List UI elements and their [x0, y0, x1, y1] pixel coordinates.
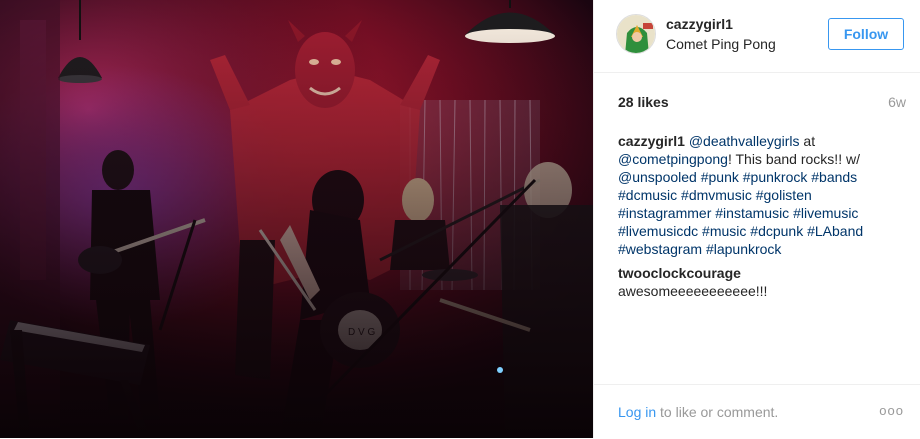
caption-fragment: ! This band rocks!! w/ [727, 151, 860, 167]
hashtag-link[interactable]: #lapunkrock [706, 241, 782, 257]
post-footer: Log in to like or comment. ooo [594, 384, 920, 439]
caption-fragment: at [799, 133, 816, 149]
follow-button[interactable]: Follow [828, 18, 904, 50]
post-side-panel: cazzygirl1 Comet Ping Pong Follow 28 lik… [593, 0, 920, 438]
hashtag-link[interactable]: #punkrock [743, 169, 808, 185]
caption-text: @deathvalleygirls at @cometpingpong! Thi… [618, 133, 863, 257]
comment-text: awesomeeeeeeeeeee!!! [618, 283, 768, 299]
hashtag-link[interactable]: #instagrammer [618, 205, 711, 221]
hashtag-link[interactable]: #music [702, 223, 746, 239]
hashtag-link[interactable]: #punk [701, 169, 739, 185]
login-prompt-text: to like or comment. [656, 404, 779, 420]
login-link[interactable]: Log in [618, 404, 656, 420]
comment: twooclockcourage awesomeeeeeeeeeee!!! [618, 264, 894, 300]
mention-link[interactable]: @unspooled [618, 169, 697, 185]
likes-row: 28 likes 6w [618, 94, 906, 112]
hashtag-link[interactable]: #webstagram [618, 241, 702, 257]
caption-username[interactable]: cazzygirl1 [618, 133, 685, 149]
hashtag-link[interactable]: #golisten [756, 187, 812, 203]
hashtag-link[interactable]: #LAband [807, 223, 863, 239]
hashtag-link[interactable]: #dcmusic [618, 187, 677, 203]
hashtag-link[interactable]: #dmvmusic [681, 187, 752, 203]
post-header: cazzygirl1 Comet Ping Pong Follow [594, 0, 920, 73]
post-caption: cazzygirl1 @deathvalleygirls at @cometpi… [618, 132, 894, 258]
mention-link[interactable]: @deathvalleygirls [689, 133, 800, 149]
mention-link[interactable]: @cometpingpong [618, 151, 728, 167]
hashtag-link[interactable]: #instamusic [715, 205, 789, 221]
likes-count[interactable]: 28 likes [618, 94, 669, 110]
post-view: D V G [0, 0, 920, 438]
post-photo[interactable]: D V G [0, 0, 593, 438]
hashtag-link[interactable]: #bands [811, 169, 857, 185]
post-age[interactable]: 6w [888, 94, 906, 110]
post-location[interactable]: Comet Ping Pong [666, 36, 776, 52]
more-options-icon[interactable]: ooo [879, 403, 904, 418]
avatar[interactable] [616, 14, 656, 54]
post-username[interactable]: cazzygirl1 [666, 16, 733, 32]
hashtag-link[interactable]: #dcpunk [750, 223, 803, 239]
login-prompt: Log in to like or comment. [618, 404, 778, 420]
hashtag-link[interactable]: #livemusicdc [618, 223, 698, 239]
comment-username[interactable]: twooclockcourage [618, 265, 741, 281]
hashtag-link[interactable]: #livemusic [793, 205, 858, 221]
